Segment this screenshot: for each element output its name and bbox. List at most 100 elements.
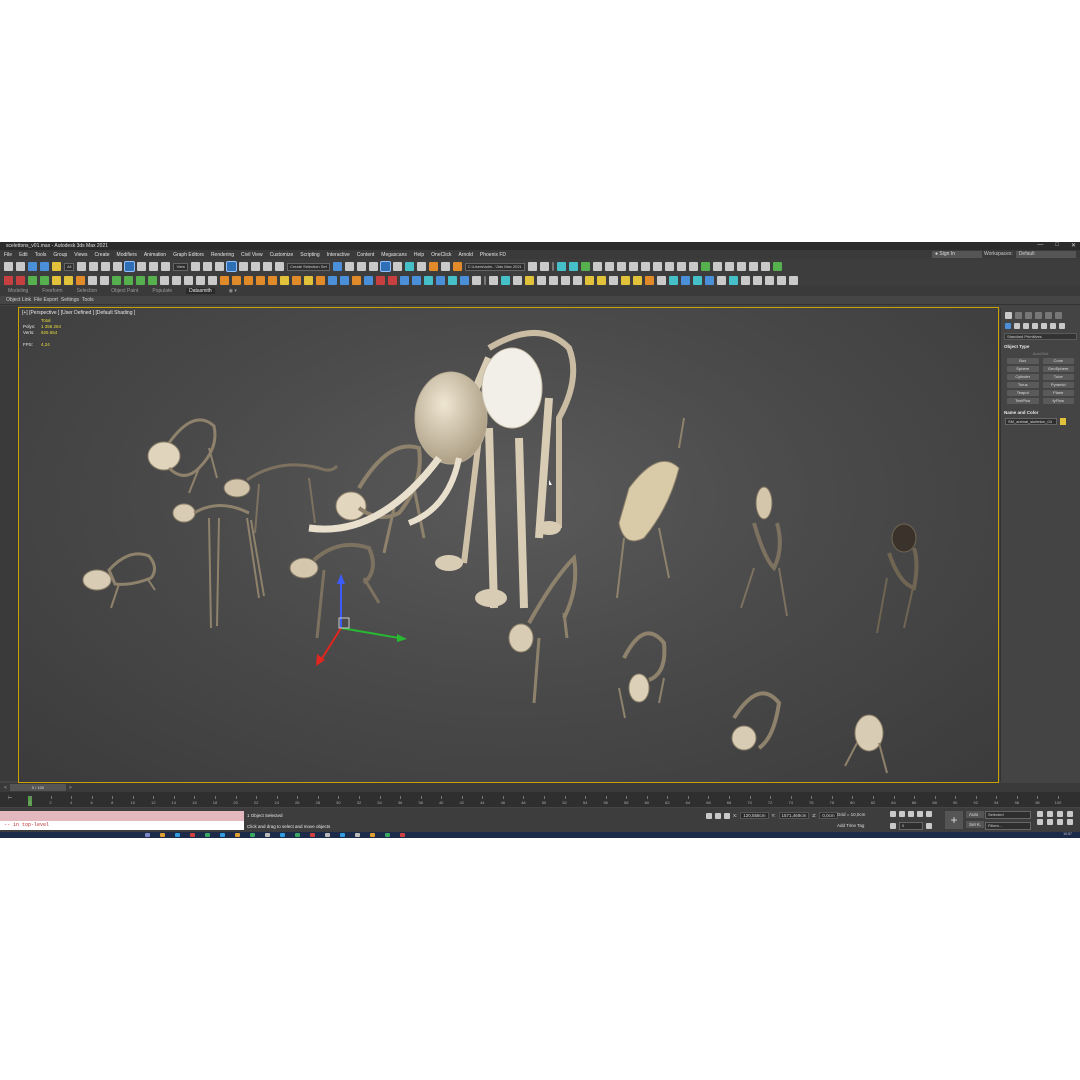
minimize-button[interactable]: — (1037, 242, 1043, 249)
arnold-shader-icon[interactable] (676, 262, 686, 271)
maximize-viewport-icon[interactable] (1067, 819, 1073, 825)
object-name-field[interactable] (1005, 418, 1057, 425)
track-filter-icon[interactable]: ⊢ (8, 795, 12, 801)
curve-editor-icon[interactable] (392, 262, 402, 271)
object-color-swatch[interactable] (1060, 418, 1066, 425)
create-tab-icon[interactable] (1005, 312, 1012, 319)
perspective-viewport[interactable]: [+] [Perspective ] [User Defined ] [Defa… (18, 307, 999, 783)
cone-button[interactable]: Cone (1042, 358, 1074, 364)
selection-filter-dropdown[interactable]: All (64, 262, 75, 271)
tab-populate[interactable]: Populate (152, 288, 172, 294)
tool-e-icon[interactable] (52, 275, 61, 285)
taskbar-app-6-icon[interactable] (220, 833, 225, 837)
skeleton-mammoth[interactable] (308, 330, 577, 609)
menu-arnold[interactable]: Arnold (458, 252, 472, 258)
add-time-tag-button[interactable]: Add Time Tag (837, 823, 864, 828)
lock-selection-icon[interactable] (715, 812, 721, 819)
frame-ruler[interactable]: 0 2 4 6 8 10 12 14 16 18 20 22 24 26 28 30 32 34 36 38 40 42 4… (26, 796, 1062, 806)
key-mode-icon[interactable] (890, 823, 896, 829)
menu-graph-editors[interactable]: Graph Editors (173, 252, 204, 258)
tool-t-icon[interactable] (280, 275, 289, 285)
time-config-icon[interactable] (926, 823, 932, 829)
spacewarp-icon[interactable] (592, 262, 602, 271)
tool-af-icon[interactable] (424, 275, 433, 285)
tool-at-icon[interactable] (609, 275, 618, 285)
reference-coordinate-dropdown[interactable]: View (173, 262, 189, 271)
taskbar-app-11-icon[interactable] (295, 833, 300, 837)
tool-aq-icon[interactable] (573, 275, 582, 285)
modify-tab-icon[interactable] (1015, 312, 1022, 319)
set-key-icon[interactable]: + (945, 811, 963, 829)
track-bar[interactable]: ⊢ 0 2 4 6 8 10 12 14 16 18 20 22 24 26 28 30 32 34 36 38 40 4… (0, 792, 1080, 807)
menu-views[interactable]: Views (74, 252, 87, 258)
phoenix-liquid-icon[interactable] (712, 262, 722, 271)
taskbar-app-15-icon[interactable] (355, 833, 360, 837)
pyramid-button[interactable]: Pyramid (1042, 382, 1074, 388)
skeleton-small-mammal-2[interactable] (740, 486, 788, 617)
pivot-center-icon[interactable] (191, 262, 201, 271)
phoenix-fire-icon[interactable] (700, 262, 710, 271)
camera-icon[interactable] (568, 262, 578, 271)
go-to-start-icon[interactable] (890, 811, 896, 817)
next-frame-icon[interactable] (917, 811, 923, 817)
move-gizmo[interactable] (316, 574, 407, 666)
sphere-button[interactable]: Sphere (1007, 366, 1039, 372)
object-link-button[interactable]: Object Link (6, 297, 31, 303)
phoenix-source-icon[interactable] (724, 262, 734, 271)
render-preset-icon[interactable] (616, 262, 626, 271)
helper-icon[interactable] (580, 262, 590, 271)
tool-j-icon[interactable] (112, 275, 121, 285)
settings-button[interactable]: Settings (61, 297, 79, 303)
snaps-toggle-icon[interactable] (226, 261, 238, 272)
orbit-icon[interactable] (1057, 819, 1063, 825)
named-selection-dropdown[interactable]: Create Selection Set (287, 262, 330, 271)
bind-space-warp-icon[interactable] (52, 262, 61, 271)
menu-edit[interactable]: Edit (19, 252, 28, 258)
tool-z-icon[interactable] (352, 275, 361, 285)
menu-customize[interactable]: Customize (270, 252, 294, 258)
taskbar-app-8-icon[interactable] (250, 833, 255, 837)
undo-icon[interactable] (4, 262, 13, 271)
utilities-tab-icon[interactable] (1055, 312, 1062, 319)
phoenix-icon[interactable] (688, 262, 698, 271)
tool-ar-icon[interactable] (585, 275, 594, 285)
skeleton-small-mammal-1[interactable] (618, 631, 667, 719)
tab-object-paint[interactable]: Object Paint (111, 288, 138, 294)
primitive-category-dropdown[interactable]: Standard Primitives (1004, 333, 1077, 340)
systems-cat-icon[interactable] (1059, 323, 1065, 329)
menu-rendering[interactable]: Rendering (211, 252, 234, 258)
tool-bc-icon[interactable] (729, 275, 738, 285)
taskbar-app-7-icon[interactable] (235, 833, 240, 837)
skeleton-rodent-1[interactable] (82, 552, 156, 609)
schematic-view-icon[interactable] (404, 262, 414, 271)
viewport-label[interactable]: [+] [Perspective ] [User Defined ] [Defa… (22, 310, 135, 316)
tool-k-icon[interactable] (124, 275, 133, 285)
teapot-button[interactable]: Teapot (1007, 390, 1039, 396)
tool-av-icon[interactable] (645, 275, 654, 285)
tool-b-icon[interactable] (16, 275, 25, 285)
isolate-icon[interactable] (706, 812, 712, 819)
tool-as-icon[interactable] (597, 275, 606, 285)
tool-ab-icon[interactable] (376, 275, 385, 285)
skeleton-small-mammal-4[interactable] (844, 714, 888, 774)
stop-icon[interactable] (184, 275, 193, 285)
name-color-header[interactable]: Name and Color (1004, 410, 1077, 415)
current-frame-field[interactable]: 0 (899, 822, 923, 830)
select-object-icon[interactable] (77, 262, 87, 271)
tool-ad-icon[interactable] (400, 275, 409, 285)
project-path-dropdown[interactable]: C:\Users\adm...\3ds Max 2021 (464, 262, 525, 271)
rectangle-select-icon[interactable] (101, 262, 111, 271)
scene-explorer-icon[interactable] (356, 262, 366, 271)
redo-icon[interactable] (16, 262, 25, 271)
menu-animation[interactable]: Animation (144, 252, 166, 258)
tool-ay-icon[interactable] (681, 275, 690, 285)
play-animation-icon[interactable] (908, 811, 914, 817)
tool-w-icon[interactable] (316, 275, 325, 285)
tool-y-icon[interactable] (340, 275, 349, 285)
systems-icon[interactable] (604, 262, 614, 271)
tool-r-icon[interactable] (256, 275, 265, 285)
taskbar-app-18-icon[interactable] (400, 833, 405, 837)
object-type-header[interactable]: Object Type (1004, 344, 1077, 349)
angle-snap-icon[interactable] (239, 262, 249, 271)
workspace-dropdown[interactable]: Default (1015, 251, 1076, 258)
